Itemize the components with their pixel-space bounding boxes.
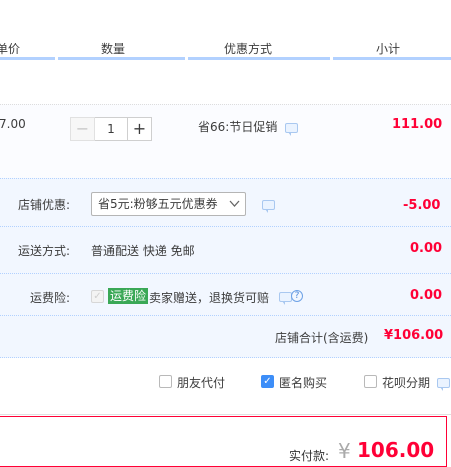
insurance-description: 卖家赠送，退换货可赔 <box>149 291 270 305</box>
shipping-label: 运送方式: <box>18 244 71 258</box>
friend-pay-checkbox[interactable] <box>159 375 172 388</box>
header-promotion: 优惠方式 <box>224 42 273 56</box>
header-unit-price: 单价 <box>0 42 21 56</box>
shipping-method: 普通配送 快递 免邮 <box>91 244 195 258</box>
insurance-tag: 运费险 <box>108 288 149 304</box>
store-total-value: ¥106.00 <box>384 328 444 343</box>
order-item-row: 7.00 − 1 + 省66:节日促销 111.00 <box>0 104 451 178</box>
pay-amount: 106.00 <box>357 438 435 462</box>
item-subtotal: 111.00 <box>392 117 443 132</box>
anonymous-label[interactable]: 匿名购买 <box>279 374 327 391</box>
huabei-checkbox[interactable] <box>364 375 377 388</box>
chevron-down-icon <box>229 200 240 207</box>
store-discount-label: 店铺优惠: <box>18 198 71 212</box>
header-divider <box>58 57 185 60</box>
message-icon[interactable] <box>285 123 298 136</box>
message-icon[interactable] <box>437 378 450 391</box>
increase-quantity-button[interactable]: + <box>127 117 152 141</box>
store-total-label: 店铺合计(含运费) <box>275 331 369 345</box>
store-coupon-select[interactable]: 省5元:粉够五元优惠券 <box>91 192 246 216</box>
pay-label: 实付款: <box>289 449 330 463</box>
divider <box>0 273 451 274</box>
divider <box>0 226 451 227</box>
message-icon[interactable] <box>279 292 292 305</box>
shipping-value: 0.00 <box>410 241 443 256</box>
friend-pay-label[interactable]: 朋友代付 <box>177 374 225 391</box>
store-discount-value: -5.00 <box>403 198 441 213</box>
message-icon[interactable] <box>262 200 275 213</box>
insurance-checkbox: ✓ <box>91 290 104 303</box>
payment-summary-box: 实付款: ¥ 106.00 <box>0 416 447 467</box>
divider <box>0 315 451 316</box>
item-promotion: 省66:节日促销 <box>198 120 278 134</box>
quantity-stepper[interactable]: − 1 + <box>70 117 152 141</box>
huabei-label[interactable]: 花呗分期 <box>382 374 430 391</box>
quantity-input[interactable]: 1 <box>95 117 127 141</box>
order-options: 朋友代付 ✓ 匿名购买 花呗分期 <box>0 359 451 415</box>
header-divider <box>188 57 330 60</box>
store-summary: 店铺优惠: 省5元:粉够五元优惠券 -5.00 运送方式: 普通配送 快递 免邮… <box>0 178 451 358</box>
order-table-header: 单价 数量 优惠方式 小计 <box>0 0 451 60</box>
header-quantity: 数量 <box>101 42 126 56</box>
help-question-icon[interactable]: ? <box>291 290 303 302</box>
decrease-quantity-button[interactable]: − <box>70 117 95 141</box>
header-subtotal: 小计 <box>376 42 401 56</box>
insurance-value: 0.00 <box>410 288 443 303</box>
store-coupon-selected-value: 省5元:粉够五元优惠券 <box>98 197 218 211</box>
anonymous-checkbox[interactable]: ✓ <box>261 375 274 388</box>
insurance-label: 运费险: <box>30 291 71 305</box>
header-divider <box>333 57 451 60</box>
item-unit-price: 7.00 <box>0 117 26 131</box>
header-divider <box>0 57 55 60</box>
currency-symbol: ¥ <box>338 439 351 463</box>
